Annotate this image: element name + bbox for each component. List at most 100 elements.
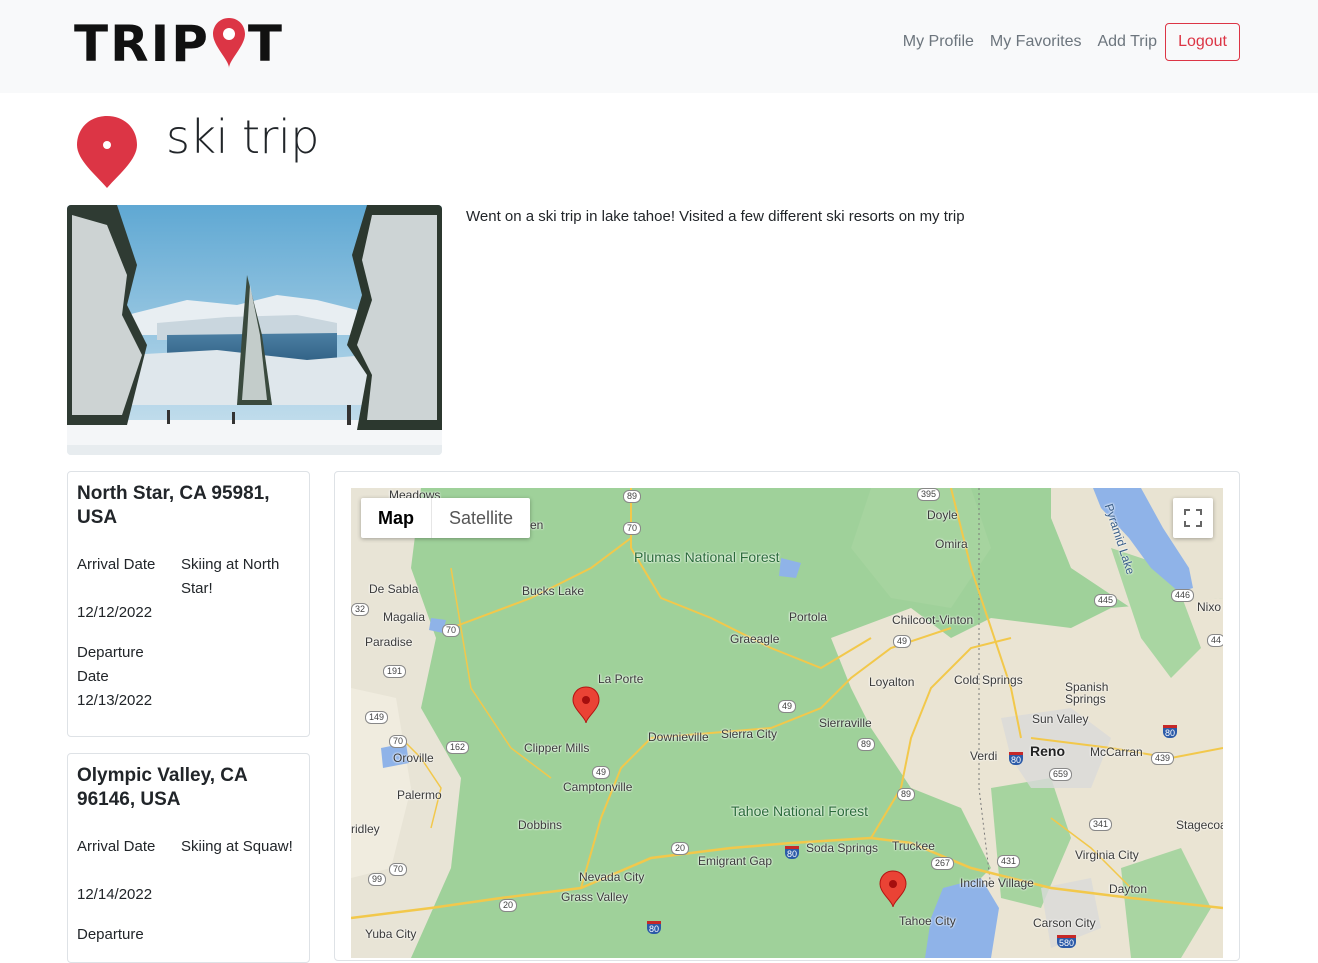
logout-button[interactable]: Logout (1165, 23, 1240, 61)
map-terrain (351, 488, 1223, 958)
route-shield: 49 (778, 700, 797, 713)
map-type-map-button[interactable]: Map (361, 498, 431, 538)
map-label: Dayton (1109, 882, 1148, 896)
nav-add-trip[interactable]: Add Trip (1097, 33, 1157, 51)
departure-date-value: 12/13/2022 (77, 692, 153, 709)
location-pin-icon (77, 116, 137, 188)
ski-scene-image (67, 205, 442, 455)
map-label: Sun Valley (1032, 712, 1089, 726)
stop-card: North Star, CA 95981, USA Arrival Date 1… (67, 471, 310, 737)
map-type-control: Map Satellite (361, 498, 531, 538)
map-label: Portola (789, 610, 828, 624)
map-label: Cold Springs (954, 673, 1023, 687)
map-label: Sierra City (721, 727, 778, 741)
trip-photo (67, 205, 442, 455)
map-label: Plumas National Forest (634, 549, 780, 565)
route-shield: 445 (1094, 594, 1118, 607)
route-shield: 89 (857, 738, 876, 751)
map-label: Virginia City (1075, 848, 1139, 862)
map-label: Doyle (927, 508, 958, 522)
map-label: Chilcoot-Vinton (892, 613, 974, 627)
route-shield: 70 (389, 863, 408, 876)
route-shield: 659 (1049, 768, 1073, 781)
map-marker-pin-icon[interactable] (879, 870, 907, 908)
arrival-date-value: 12/12/2022 (77, 604, 153, 621)
logo-text-left: TRIP (74, 15, 210, 73)
map-label: Spanish Springs (1065, 680, 1109, 706)
departure-date-label: Departure Date (77, 644, 144, 685)
map-label: Soda Springs (806, 841, 879, 855)
nav-my-profile[interactable]: My Profile (903, 33, 974, 51)
route-shield: 49 (592, 766, 611, 779)
interstate-shield: 80 (647, 921, 662, 934)
nav-my-favorites[interactable]: My Favorites (990, 33, 1082, 51)
map-label: Grass Valley (561, 890, 629, 904)
trip-title: ski trip (166, 110, 319, 164)
route-shield: 70 (623, 522, 642, 535)
map-label: Nixo (1197, 600, 1222, 614)
route-shield: 20 (499, 899, 518, 912)
stop-card: Olympic Valley, CA 96146, USA Arrival Da… (67, 753, 310, 963)
route-shield: 70 (442, 624, 461, 637)
map-marker-pin-icon[interactable] (572, 686, 600, 724)
fullscreen-icon (1184, 509, 1202, 527)
map-label: Omira (935, 537, 968, 551)
route-shield: 70 (389, 735, 408, 748)
map-label: Tahoe National Forest (731, 803, 868, 819)
map-label: Magalia (383, 610, 426, 624)
map-label: Downieville (648, 730, 709, 744)
route-shield: 395 (917, 488, 941, 501)
route-shield: 431 (997, 855, 1021, 868)
arrival-date-value: 12/14/2022 (77, 886, 153, 903)
route-shield: 439 (1151, 752, 1175, 765)
map-label: Reno (1030, 743, 1065, 759)
map-label: Verdi (970, 749, 998, 763)
interstate-shield: 80 (1163, 725, 1178, 738)
map-label: Carson City (1033, 916, 1096, 930)
route-shield: 32 (351, 603, 370, 616)
stop-note: Skiing at Squaw! (181, 838, 293, 855)
map-pin-logo-icon (212, 18, 245, 68)
stop-location: Olympic Valley, CA 96146, USA (77, 765, 248, 810)
route-shield: 267 (931, 857, 955, 870)
route-shield: 191 (383, 665, 407, 678)
map-label: Yuba City (365, 927, 417, 941)
map-label: Loyalton (869, 675, 915, 689)
map-label: Truckee (892, 839, 935, 853)
fullscreen-button[interactable] (1173, 498, 1213, 538)
nav-links: My Profile My Favorites Add Trip Logout (887, 23, 1240, 61)
interstate-shield: 80 (785, 846, 800, 859)
route-shield: 341 (1089, 818, 1113, 831)
map-label: Palermo (397, 788, 442, 802)
map-label: Sierraville (819, 716, 872, 730)
route-shield: 162 (446, 741, 470, 754)
departure-date-label: Departure (77, 926, 144, 943)
map-label: ridley (351, 822, 380, 836)
route-shield: 99 (368, 873, 387, 886)
map-label: La Porte (598, 672, 644, 686)
trip-description: Went on a ski trip in lake tahoe! Visite… (466, 208, 965, 225)
map-type-satellite-button[interactable]: Satellite (432, 498, 530, 538)
route-shield: 89 (623, 490, 642, 503)
route-shield: 44 (1207, 634, 1223, 647)
stop-location: North Star, CA 95981, USA (77, 483, 270, 528)
navbar: TRIP T My Profile My Favorites Add Trip … (0, 0, 1318, 93)
map-label: Emigrant Gap (698, 854, 773, 868)
route-shield: 446 (1171, 589, 1195, 602)
route-shield: 49 (893, 635, 912, 648)
interstate-shield: 580 (1057, 935, 1077, 948)
stop-note: Skiing at North Star! (181, 556, 280, 597)
map-label: Oroville (393, 751, 434, 765)
map-label: Clipper Mills (524, 741, 590, 755)
map-label: Camptonville (563, 780, 633, 794)
map-label: De Sabla (369, 582, 419, 596)
map-label: Graeagle (730, 632, 780, 646)
interstate-shield: 80 (1009, 752, 1024, 765)
arrival-date-label: Arrival Date (77, 838, 156, 855)
map-label: Paradise (365, 635, 413, 649)
tripit-logo[interactable]: TRIP T (74, 14, 284, 70)
logo-text-right: T (247, 15, 284, 73)
route-shield: 149 (365, 711, 389, 724)
map-label: Stagecoa (1176, 818, 1223, 832)
trip-map[interactable]: Meadows Doyle Omira Plumas National Fore… (351, 488, 1223, 958)
